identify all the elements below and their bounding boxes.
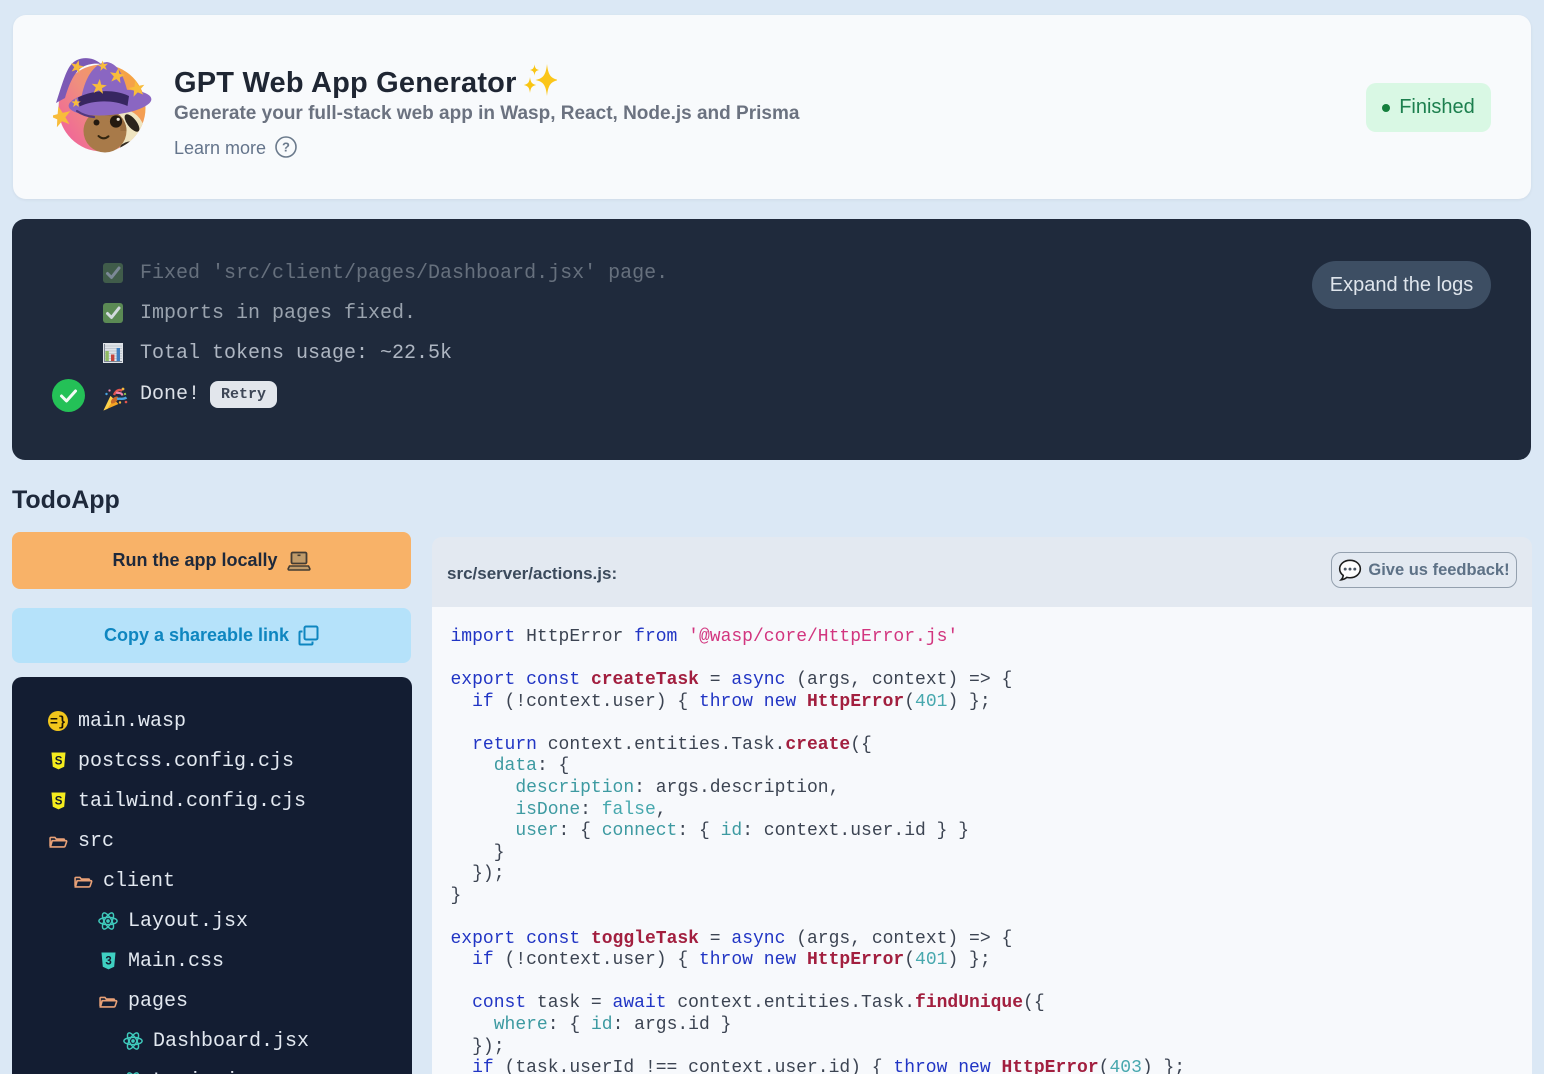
svg-text:S: S — [54, 756, 62, 768]
svg-text:S: S — [54, 796, 62, 808]
svg-text:3: 3 — [105, 956, 111, 968]
svg-text:?: ? — [282, 140, 290, 155]
svg-text:=}: =} — [50, 716, 66, 731]
